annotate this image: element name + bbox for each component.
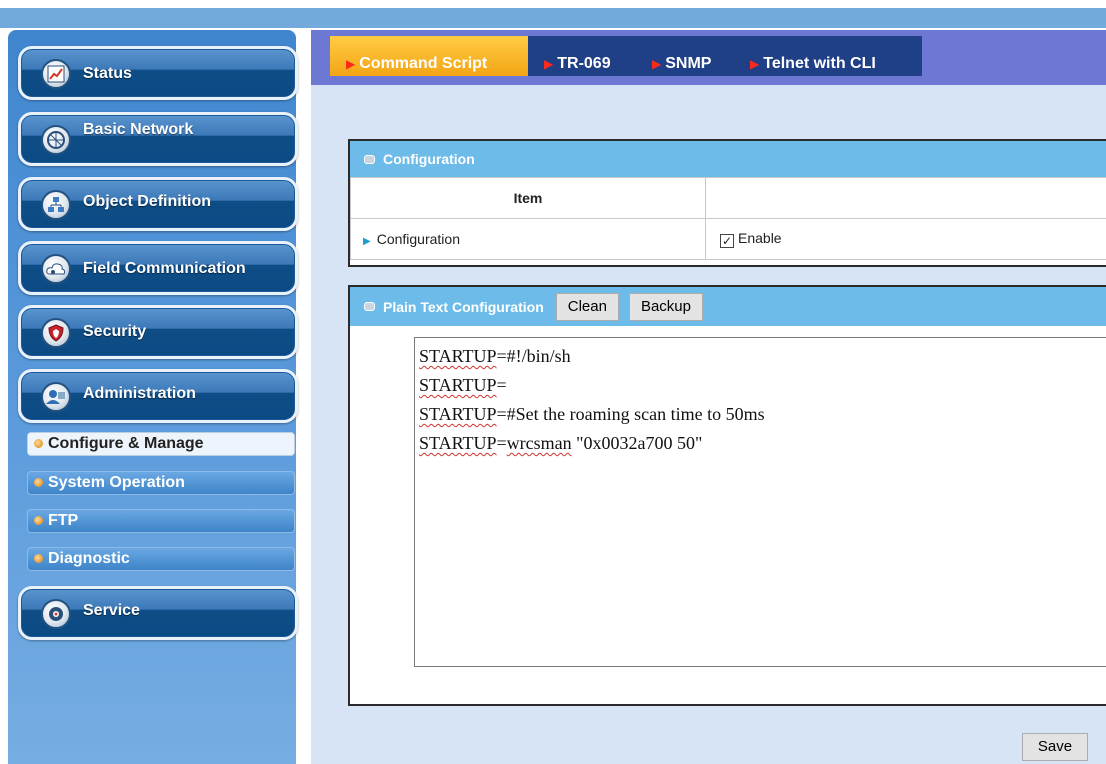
nav-field-communication-label: Field Communication	[83, 260, 246, 277]
tab-snmp[interactable]: ▶ SNMP	[636, 36, 734, 76]
nav-service[interactable]: Service	[18, 586, 298, 640]
save-button[interactable]: Save	[1022, 733, 1088, 761]
triangle-right-icon: ▶	[363, 236, 371, 247]
tab-tr-069-label: TR-069	[557, 55, 611, 72]
sidebar: Status Basic Network Object Definition F…	[8, 30, 298, 764]
nav-status-label: Status	[83, 65, 132, 82]
nav-basic-network[interactable]: Basic Network	[18, 112, 298, 166]
plain-text-panel-header: Plain Text Configuration Clean Backup	[350, 287, 1106, 326]
script-args: "0x0032a700 50"	[571, 433, 703, 453]
arrow-right-icon: ▶	[652, 57, 662, 71]
nav-service-label: Service	[83, 602, 140, 619]
sidebar-item-system-operation[interactable]: System Operation	[27, 471, 295, 495]
clean-button[interactable]: Clean	[555, 292, 619, 321]
nav-field-communication[interactable]: Field Communication	[18, 241, 298, 295]
sidebar-item-diagnostic-label: Diagnostic	[48, 550, 130, 567]
sidebar-item-system-operation-label: System Operation	[48, 474, 185, 491]
tab-telnet-with-cli-label: Telnet with CLI	[763, 55, 876, 72]
service-icon	[41, 599, 71, 629]
chart-icon	[41, 59, 71, 89]
tab-command-script-label: Command Script	[359, 55, 488, 72]
arrow-right-icon: ▶	[346, 57, 356, 71]
enable-checkbox[interactable]: ✓	[720, 234, 734, 248]
script-key: STARTUP	[419, 375, 497, 395]
arrow-right-icon: ▶	[750, 57, 760, 71]
shield-icon	[41, 318, 71, 348]
bullet-icon	[34, 516, 43, 525]
nav-object-definition[interactable]: Object Definition	[18, 177, 298, 231]
panel-bullet-icon	[364, 302, 375, 311]
script-line: STARTUP=	[419, 371, 1105, 400]
plain-text-panel: Plain Text Configuration Clean Backup ST…	[348, 285, 1106, 706]
tab-tr-069[interactable]: ▶ TR-069	[528, 36, 636, 76]
script-key: STARTUP	[419, 346, 497, 366]
script-line: STARTUP=#Set the roaming scan time to 50…	[419, 400, 1105, 429]
plain-text-panel-title: Plain Text Configuration	[383, 298, 544, 315]
bullet-icon	[34, 478, 43, 487]
sidebar-item-configure-manage[interactable]: Configure & Manage	[27, 432, 295, 456]
cloud-icon	[41, 254, 71, 284]
bullet-icon	[34, 439, 43, 448]
sidebar-item-ftp-label: FTP	[48, 512, 79, 529]
bullet-icon	[34, 554, 43, 563]
nav-administration-label: Administration	[83, 385, 196, 402]
nav-administration[interactable]: Administration	[18, 369, 298, 423]
nav-object-definition-label: Object Definition	[83, 193, 211, 210]
script-value: =	[496, 375, 507, 395]
column-header-value	[705, 177, 1106, 219]
enable-cell: ✓ Enable	[705, 218, 1106, 260]
table-row: ▶ Configuration ✓ Enable	[350, 218, 1106, 260]
script-line: STARTUP=wrcsman "0x0032a700 50"	[419, 429, 1105, 458]
script-value: =	[496, 433, 507, 453]
tab-command-script[interactable]: ▶ Command Script	[330, 36, 528, 76]
script-key: STARTUP	[419, 404, 497, 424]
table-header-row: Item	[350, 177, 1106, 219]
script-line: STARTUP=#!/bin/sh	[419, 342, 1105, 371]
script-textarea[interactable]: STARTUP=#!/bin/sh STARTUP= STARTUP=#Set …	[414, 337, 1106, 667]
backup-button[interactable]: Backup	[628, 292, 703, 321]
enable-checkbox-label: Enable	[738, 230, 782, 246]
nav-security[interactable]: Security	[18, 305, 298, 359]
configuration-panel-header: Configuration	[350, 141, 1106, 177]
admin-icon	[41, 382, 71, 412]
network-icon	[41, 125, 71, 155]
sidebar-item-configure-manage-label: Configure & Manage	[48, 435, 204, 452]
column-header-item: Item	[350, 177, 706, 219]
script-command: wrcsman	[506, 433, 572, 453]
configuration-panel-title: Configuration	[383, 151, 475, 167]
script-value: =#!/bin/sh	[496, 346, 571, 366]
tab-snmp-label: SNMP	[665, 55, 712, 72]
row-label-cell: ▶ Configuration	[350, 218, 706, 260]
top-strip	[0, 0, 1106, 28]
nav-basic-network-label: Basic Network	[83, 121, 194, 138]
sidebar-item-ftp[interactable]: FTP	[27, 509, 295, 533]
sidebar-item-diagnostic[interactable]: Diagnostic	[27, 547, 295, 571]
script-key: STARTUP	[419, 433, 497, 453]
arrow-right-icon: ▶	[544, 57, 554, 71]
configuration-panel: Configuration Item ▶ Configuration ✓ Enabl…	[348, 139, 1106, 267]
configuration-table: Item ▶ Configuration ✓ Enable	[350, 177, 1106, 260]
nav-status[interactable]: Status	[18, 46, 298, 100]
tab-telnet-with-cli[interactable]: ▶ Telnet with CLI	[734, 36, 922, 76]
script-value: =#Set the roaming scan time to 50ms	[496, 404, 765, 424]
configuration-row-label: Configuration	[376, 231, 460, 247]
panel-bullet-icon	[364, 154, 375, 164]
object-icon	[41, 190, 71, 220]
nav-security-label: Security	[83, 323, 147, 340]
